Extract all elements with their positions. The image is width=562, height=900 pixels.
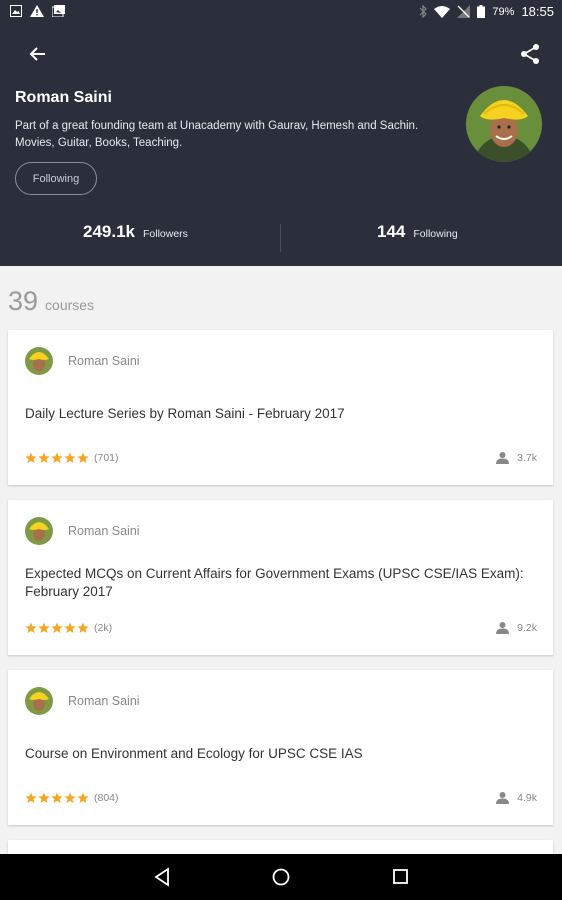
person-icon: [496, 622, 510, 634]
star-icon: [64, 452, 76, 463]
following-stat[interactable]: 144 Following: [377, 222, 458, 242]
gallery-notification-icon: [10, 5, 22, 17]
courses-count-label: courses: [45, 297, 95, 313]
nav-back-icon: [154, 867, 169, 887]
course-rating: (2k): [25, 622, 112, 634]
wifi-icon: [434, 5, 451, 18]
profile-bio: Part of a great founding team at Unacade…: [15, 120, 419, 149]
star-icon: [25, 622, 37, 633]
status-bar: 79% 18:55: [0, 0, 562, 24]
star-icon: [51, 452, 63, 463]
share-icon: [521, 44, 539, 64]
course-author: Roman Saini: [68, 524, 140, 538]
star-icon: [25, 452, 37, 463]
course-learners: 9.2k: [496, 622, 537, 634]
profile-header: Roman Saini Part of a great founding tea…: [0, 24, 562, 266]
star-icon: [38, 792, 50, 803]
star-icon: [77, 622, 89, 633]
photos-notification-icon: [52, 5, 65, 17]
courses-count: 39 courses: [8, 286, 94, 317]
author-avatar: [25, 347, 53, 375]
course-title: Expected MCQs on Current Affairs for Gov…: [25, 566, 524, 599]
battery-percent: 79%: [492, 5, 515, 18]
course-card[interactable]: Roman Saini Expected MCQs on Current Affa…: [8, 500, 553, 655]
followers-stat[interactable]: 249.1k Followers: [83, 222, 188, 242]
course-rating: (804): [25, 792, 119, 804]
author-avatar: [25, 687, 53, 715]
star-icon: [64, 622, 76, 633]
rating-stars: [25, 622, 89, 634]
battery-icon: [477, 5, 486, 18]
person-icon: [496, 452, 510, 464]
course-card[interactable]: Roman Saini Course on Environment and Eco…: [8, 670, 553, 825]
followers-count: 249.1k: [83, 222, 135, 241]
star-icon: [51, 622, 63, 633]
no-signal-icon: [457, 5, 471, 18]
author-avatar: [25, 517, 53, 545]
profile-name: Roman Saini: [15, 89, 112, 106]
back-arrow-icon: [29, 47, 45, 61]
person-icon: [496, 792, 510, 804]
rating-stars: [25, 792, 89, 804]
course-author: Roman Saini: [68, 694, 140, 708]
star-icon: [38, 622, 50, 633]
learners-count: 3.7k: [517, 452, 537, 464]
learners-count: 9.2k: [517, 622, 537, 634]
clock: 18:55: [521, 4, 554, 19]
rating-count: (2k): [94, 622, 113, 634]
star-icon: [38, 452, 50, 463]
star-icon: [51, 792, 63, 803]
bluetooth-icon: [419, 5, 428, 18]
back-button[interactable]: [26, 42, 50, 66]
rating-count: (804): [94, 792, 119, 804]
star-icon: [25, 792, 37, 803]
star-icon: [77, 452, 89, 463]
stats-divider: [280, 224, 281, 252]
following-count: 144: [377, 222, 406, 241]
following-button[interactable]: Following: [15, 162, 97, 195]
nav-home-icon: [272, 868, 290, 886]
course-author: Roman Saini: [68, 354, 140, 368]
learners-count: 4.9k: [517, 792, 537, 804]
course-title: Course on Environment and Ecology for UP…: [25, 746, 363, 761]
profile-avatar: [466, 86, 542, 162]
nav-recents-icon: [393, 869, 408, 884]
star-icon: [64, 792, 76, 803]
course-learners: 3.7k: [496, 452, 537, 464]
course-rating: (701): [25, 452, 119, 464]
rating-count: (701): [94, 452, 119, 464]
course-learners: 4.9k: [496, 792, 537, 804]
courses-count-number: 39: [8, 286, 39, 316]
nav-home-button[interactable]: [270, 866, 292, 888]
course-card[interactable]: Roman Saini Daily Lecture Series by Roman…: [8, 330, 553, 485]
nav-recents-button[interactable]: [390, 866, 412, 888]
star-icon: [77, 792, 89, 803]
following-label: Following: [413, 228, 458, 240]
share-button[interactable]: [518, 42, 542, 66]
course-title: Daily Lecture Series by Roman Saini - Fe…: [25, 406, 345, 421]
followers-label: Followers: [143, 228, 188, 240]
rating-stars: [25, 452, 89, 464]
navigation-bar: [0, 854, 562, 900]
nav-back-button[interactable]: [152, 866, 174, 888]
warning-icon: [30, 5, 44, 17]
profile-stats: 249.1k Followers 144 Following: [0, 222, 562, 254]
